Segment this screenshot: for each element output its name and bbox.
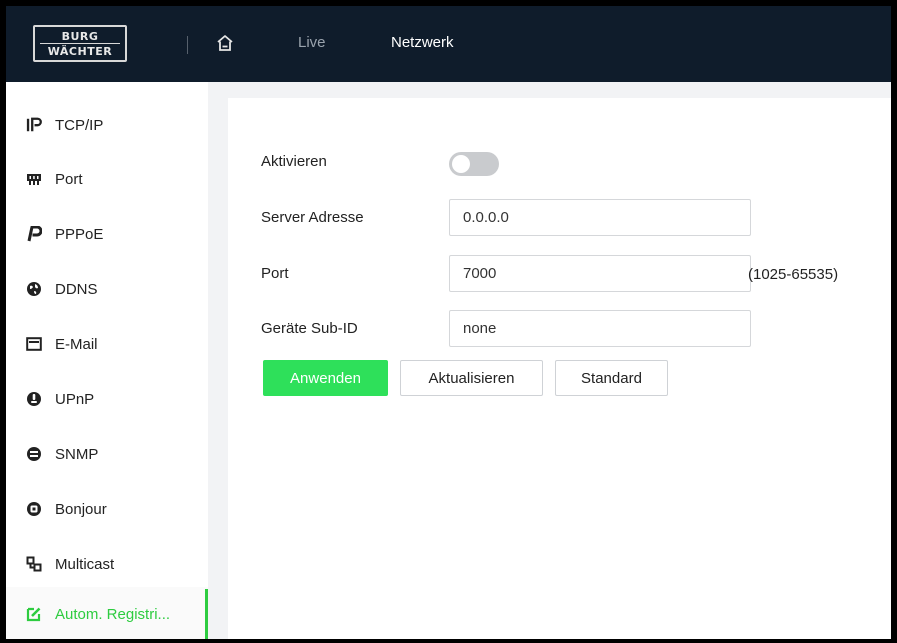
default-button[interactable]: Standard (555, 360, 668, 396)
sidebar-item-tcpip[interactable]: TCP/IP (6, 98, 208, 152)
port-input[interactable]: 7000 (449, 255, 751, 292)
edit-icon (26, 606, 42, 622)
nav-network[interactable]: Netzwerk (391, 34, 454, 51)
server-address-label: Server Adresse (261, 209, 364, 226)
sidebar-item-label: Multicast (55, 555, 115, 573)
sidebar-item-label: Port (55, 170, 83, 188)
logo-divider (40, 42, 120, 44)
sidebar-item-label: SNMP (55, 445, 99, 463)
refresh-button[interactable]: Aktualisieren (400, 360, 543, 396)
sidebar-item-label: TCP/IP (55, 116, 104, 134)
snmp-icon (26, 446, 42, 462)
sidebar-item-port[interactable]: Port (6, 152, 208, 206)
sidebar-item-label: DDNS (55, 280, 98, 298)
sidebar-item-multicast[interactable]: Multicast (6, 537, 208, 591)
pppoe-icon (26, 226, 42, 242)
server-address-input[interactable]: 0.0.0.0 (449, 199, 751, 236)
sidebar-item-label: PPPoE (55, 225, 104, 243)
settings-panel: Aktivieren Server Adresse 0.0.0.0 Port 7… (228, 98, 891, 639)
apply-button[interactable]: Anwenden (263, 360, 388, 396)
sidebar-item-snmp[interactable]: SNMP (6, 427, 208, 481)
sidebar-item-pppoe[interactable]: PPPoE (6, 207, 208, 261)
home-icon[interactable] (215, 33, 235, 53)
sidebar-item-label: UPnP (55, 390, 95, 408)
sidebar: TCP/IP Port PPPoE DDNS E-Mail UPnP SNMP … (6, 82, 208, 639)
top-bar: BURG WÄCHTER Live Netzwerk (6, 6, 891, 82)
device-subid-input[interactable]: none (449, 310, 751, 347)
sidebar-item-label: Autom. Registri... (55, 605, 171, 623)
sidebar-item-upnp[interactable]: UPnP (6, 372, 208, 426)
enable-label: Aktivieren (261, 153, 327, 170)
device-subid-label: Geräte Sub-ID (261, 320, 358, 337)
toggle-knob (452, 155, 470, 173)
multicast-icon (26, 556, 42, 572)
nav-live[interactable]: Live (298, 34, 326, 51)
sidebar-item-auto-registration[interactable]: Autom. Registri... (6, 587, 208, 639)
port-icon (26, 171, 42, 187)
bonjour-icon (26, 501, 42, 517)
port-range-hint: (1025-65535) (748, 266, 839, 283)
app-window: BURG WÄCHTER Live Netzwerk TCP/IP Port P… (6, 6, 891, 639)
globe-icon (26, 281, 42, 297)
sidebar-item-bonjour[interactable]: Bonjour (6, 482, 208, 536)
ip-icon (26, 117, 42, 133)
sidebar-item-ddns[interactable]: DDNS (6, 262, 208, 316)
upnp-icon (26, 391, 42, 407)
port-label: Port (261, 265, 289, 282)
logo-line-2: WÄCHTER (47, 44, 113, 58)
enable-toggle[interactable] (449, 152, 499, 176)
sidebar-item-email[interactable]: E-Mail (6, 317, 208, 371)
logo-line-1: BURG (61, 29, 99, 43)
topbar-divider (187, 36, 188, 54)
sidebar-item-label: Bonjour (55, 500, 107, 518)
sidebar-item-label: E-Mail (55, 335, 98, 353)
mail-icon (26, 336, 42, 352)
burg-waechter-logo[interactable]: BURG WÄCHTER (33, 25, 127, 62)
